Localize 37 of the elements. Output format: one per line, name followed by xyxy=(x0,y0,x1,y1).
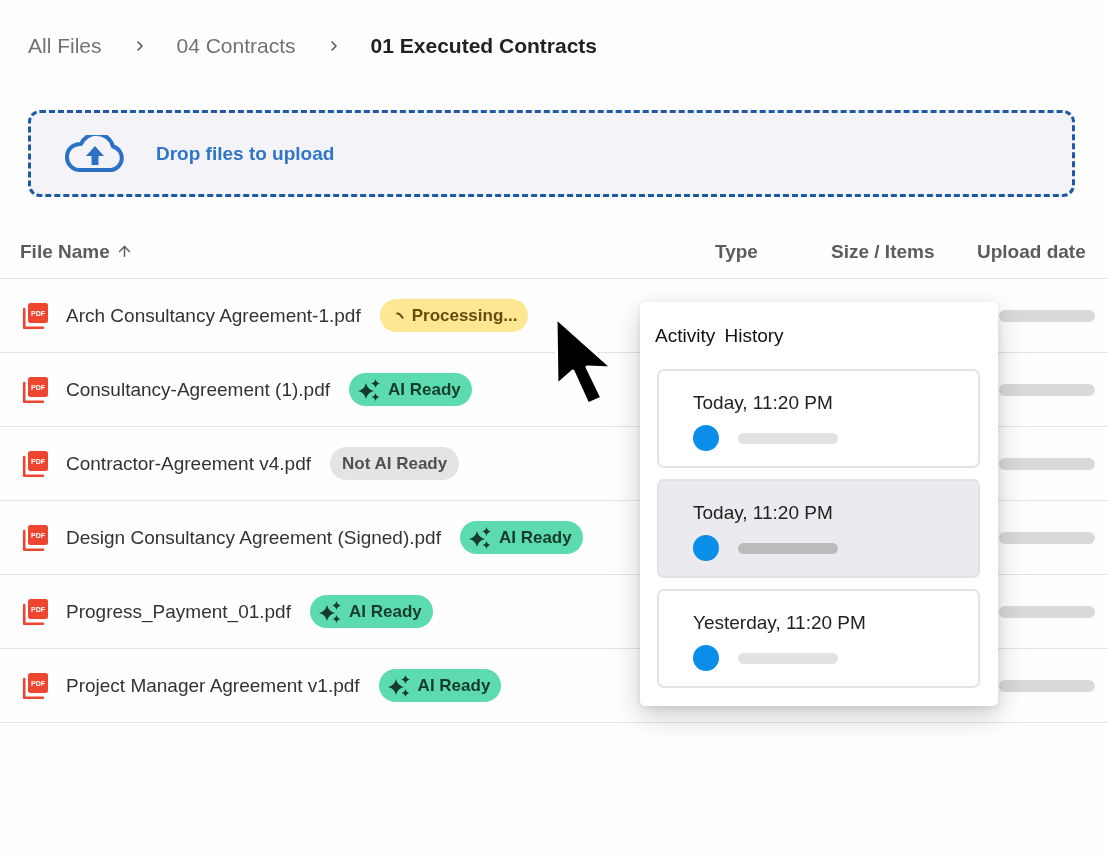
activity-time: Today, 11:20 PM xyxy=(693,391,833,415)
activity-time: Yesterday, 11:20 PM xyxy=(693,611,866,635)
sparkle-icon xyxy=(468,526,491,549)
status-badge: Not AI Ready xyxy=(330,447,460,480)
upload-dropzone[interactable]: Drop files to upload xyxy=(28,110,1075,197)
popover-title: Activity History xyxy=(655,324,784,348)
status-badge: AI Ready xyxy=(459,521,583,554)
activity-time: Today, 11:20 PM xyxy=(693,501,833,525)
status-badge: AI Ready xyxy=(378,669,502,702)
status-dot-icon xyxy=(693,535,719,561)
breadcrumb-link[interactable]: 04 Contracts xyxy=(176,31,296,61)
activity-item[interactable]: Yesterday, 11:20 PM xyxy=(657,589,980,688)
column-header[interactable]: Upload date xyxy=(977,240,1086,263)
cloud-upload-icon xyxy=(64,134,126,173)
file-name: Consultancy-Agreement (1).pdf xyxy=(66,378,330,401)
sparkle-icon xyxy=(387,674,410,697)
column-header[interactable]: Size / Items xyxy=(831,240,935,263)
sparkle-icon xyxy=(358,378,380,401)
dropzone-label: Drop files to upload xyxy=(156,142,335,165)
file-name: Project Manager Agreement v1.pdf xyxy=(66,674,360,697)
activity-item[interactable]: Today, 11:20 PM xyxy=(657,479,980,578)
file-name: Progress_Payment_01.pdf xyxy=(66,600,291,623)
breadcrumb-current[interactable]: 01 Executed Contracts xyxy=(370,31,597,61)
file-name: Contractor-Agreement v4.pdf xyxy=(66,452,311,475)
status-dot-icon xyxy=(693,425,719,451)
breadcrumb-link[interactable]: All Files xyxy=(28,31,102,61)
status-badge: Processing... xyxy=(379,299,528,332)
file-name: Arch Consultancy Agreement-1.pdf xyxy=(66,304,361,327)
activity-item[interactable]: Today, 11:20 PM xyxy=(657,369,980,468)
file-name: Design Consultancy Agreement (Signed).pdf xyxy=(66,526,441,549)
sparkle-icon xyxy=(318,600,341,623)
column-header[interactable]: Type xyxy=(715,240,758,263)
status-badge: AI Ready xyxy=(309,595,433,628)
status-dot-icon xyxy=(693,645,719,671)
spinner-icon xyxy=(395,312,404,319)
column-header[interactable]: File Name xyxy=(20,240,133,263)
status-badge: AI Ready xyxy=(349,373,472,406)
